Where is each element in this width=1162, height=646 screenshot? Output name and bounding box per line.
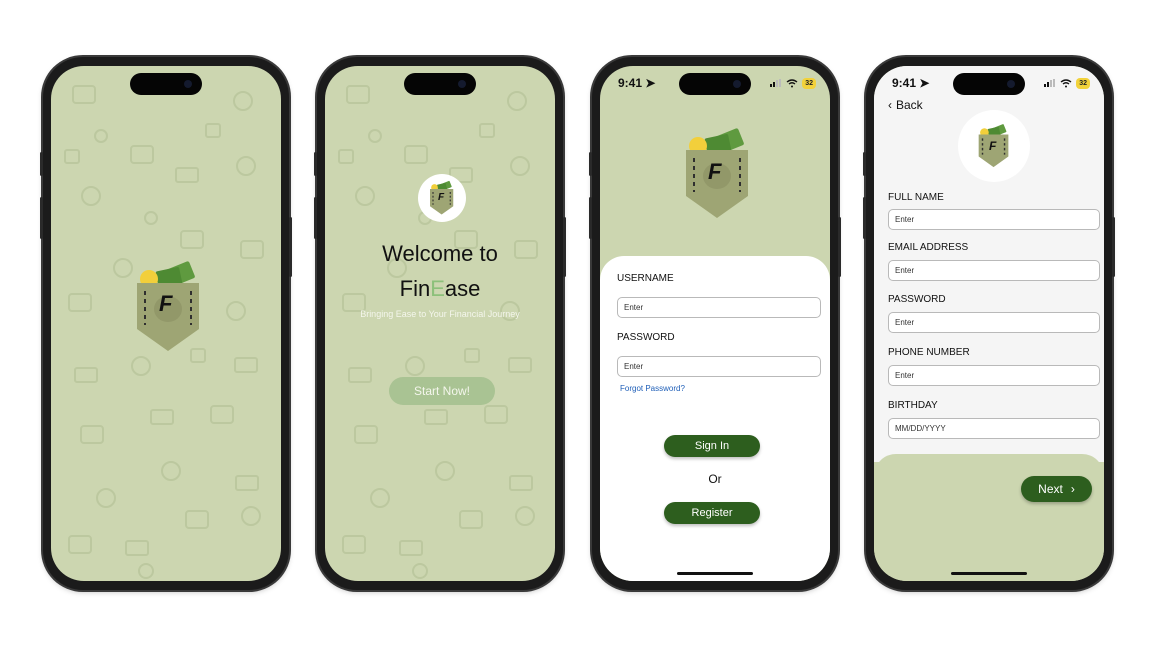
splash-screen: F [51,66,281,581]
dynamic-island [130,73,202,95]
login-screen: 9:41 ➤ 32 F USERNAME Enter PASSWORD Ente… [600,66,830,581]
battery-icon: 32 [802,77,816,89]
full-name-label: FULL NAME [888,192,944,203]
back-label: Back [896,98,923,112]
app-name-e: E [430,276,445,301]
full-name-input[interactable]: Enter [888,209,1100,230]
money-pattern-background [338,85,538,579]
status-time: 9:41 ➤ [892,76,930,90]
wifi-icon [786,78,798,87]
phone-splash: F [40,57,292,590]
dynamic-island [953,73,1025,95]
next-label: Next [1038,482,1063,496]
password-label: PASSWORD [888,294,946,305]
logo-letter: F [159,291,173,316]
chevron-left-icon: ‹ [888,98,892,112]
sign-in-button[interactable]: Sign In [664,435,760,457]
email-input[interactable]: Enter [888,260,1100,281]
dynamic-island [679,73,751,95]
dynamic-island [404,73,476,95]
status-time: 9:41 ➤ [618,76,656,90]
forgot-password-link[interactable]: Forgot Password? [620,384,685,393]
welcome-screen: F Welcome to FinEase Bringing Ease to Yo… [325,66,555,581]
start-now-button[interactable]: Start Now! [389,377,495,405]
logo-letter: F [989,139,997,153]
wifi-icon [1060,78,1072,87]
location-arrow-icon: ➤ [645,76,656,90]
or-divider-text: Or [708,472,722,486]
back-button[interactable]: ‹ Back [888,98,923,112]
location-arrow-icon: ➤ [919,76,930,90]
app-name-ase: ase [444,276,481,301]
app-name-title: FinEase [325,276,555,302]
phone-login: 9:41 ➤ 32 F USERNAME Enter PASSWORD Ente… [589,57,841,590]
logo-letter: F [438,192,445,203]
password-input[interactable]: Enter [888,312,1100,333]
email-label: EMAIL ADDRESS [888,242,969,253]
logo-letter: F [708,159,722,184]
chevron-right-icon: › [1070,482,1075,496]
password-input[interactable]: Enter [617,356,821,377]
battery-icon: 32 [1076,77,1090,89]
next-button[interactable]: Next › [1021,476,1092,502]
app-name-fin: Fin [399,276,431,301]
password-label: PASSWORD [617,332,675,343]
signal-icon [1044,79,1056,87]
home-indicator[interactable] [677,572,753,575]
register-button[interactable]: Register [664,502,760,524]
phone-welcome: F Welcome to FinEase Bringing Ease to Yo… [314,57,566,590]
register-footer-area [874,454,1104,581]
birthday-label: BIRTHDAY [888,400,938,411]
phone-number-input[interactable]: Enter [888,365,1100,386]
tagline: Bringing Ease to Your Financial Journey [360,309,520,319]
logo-badge: F [418,174,466,222]
birthday-input[interactable]: MM/DD/YYYY [888,418,1100,439]
phone-number-label: PHONE NUMBER [888,347,970,358]
home-indicator[interactable] [951,572,1027,575]
register-screen: 9:41 ➤ 32 ‹ Back F FULL NAME Enter EMAIL… [874,66,1104,581]
username-label: USERNAME [617,273,674,284]
username-input[interactable]: Enter [617,297,821,318]
phone-register: 9:41 ➤ 32 ‹ Back F FULL NAME Enter EMAIL… [863,57,1115,590]
login-form-sheet: USERNAME Enter PASSWORD Enter Forgot Pas… [600,256,830,581]
signal-icon [770,79,782,87]
logo-badge: F [958,110,1030,182]
welcome-title-line1: Welcome to [382,241,498,266]
